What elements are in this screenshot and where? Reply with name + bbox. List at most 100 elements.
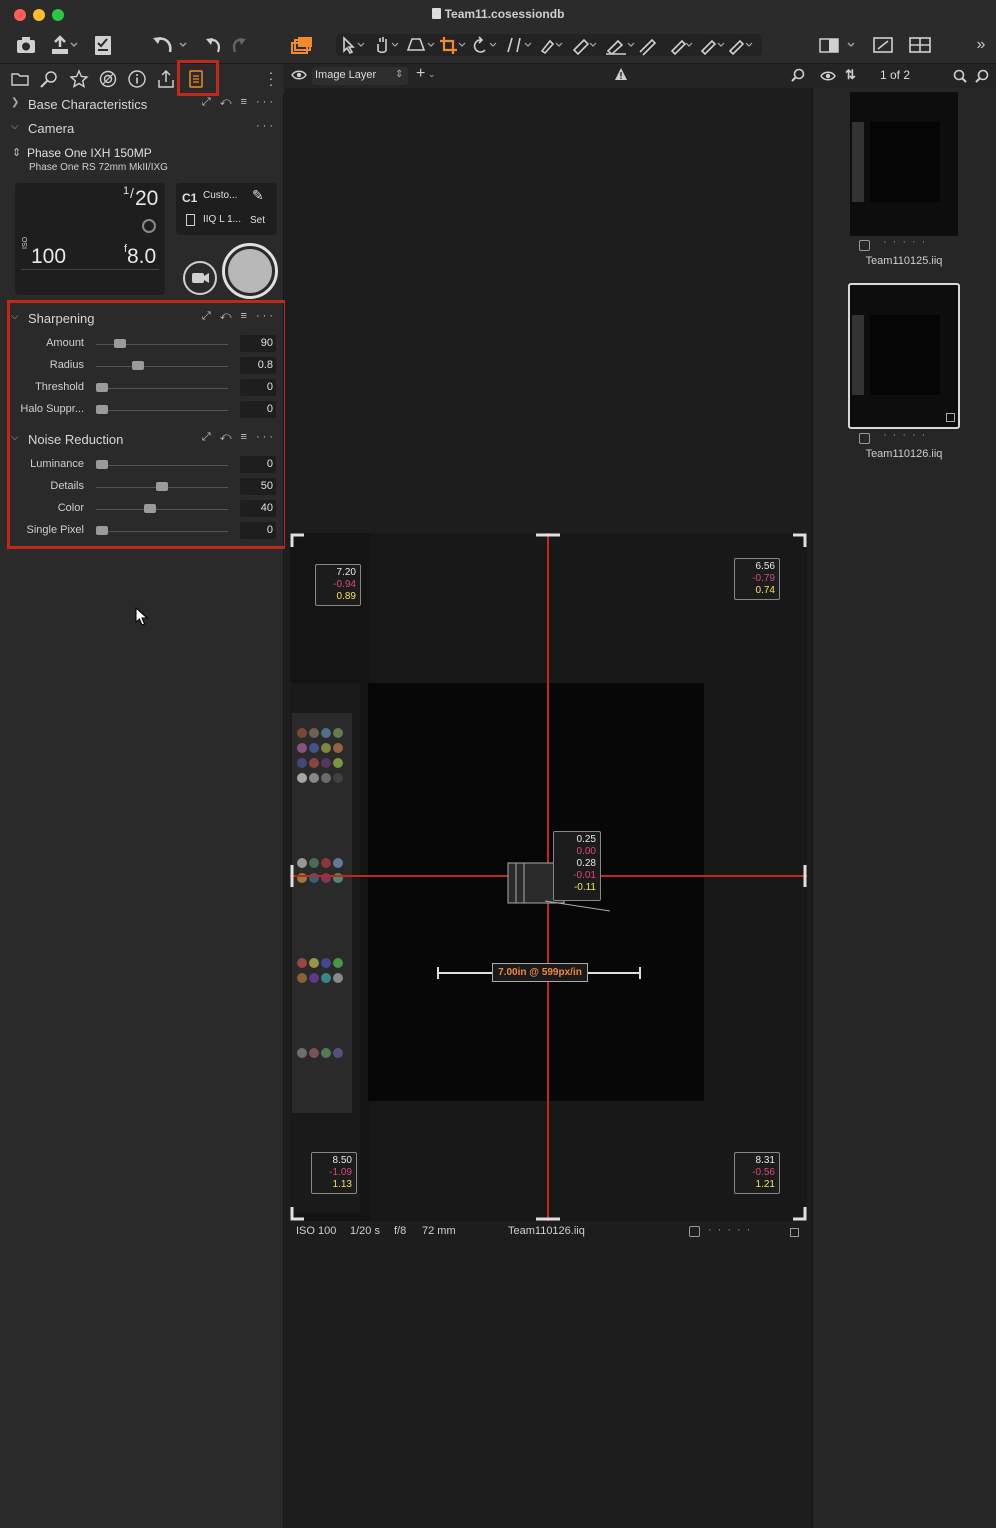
slider-thumb[interactable] — [144, 504, 156, 513]
slider-label: Halo Suppr... — [20, 403, 84, 415]
more-tools-chevron-icon[interactable]: » — [972, 34, 990, 56]
eye-icon[interactable] — [820, 69, 836, 86]
rating-dots[interactable]: ····· — [708, 1224, 756, 1236]
thumbnail-2-rating-dots[interactable]: ····· — [883, 429, 931, 441]
sort-icon[interactable]: ⇅ — [845, 67, 856, 83]
slider-thumb[interactable] — [96, 383, 108, 392]
redo-icon[interactable] — [230, 34, 248, 56]
grid-icon[interactable] — [908, 34, 932, 56]
slider-value-field[interactable]: 0 — [240, 379, 276, 396]
output-share-icon[interactable] — [156, 69, 176, 89]
sharpening-slider-radius[interactable]: Radius 0.8 — [10, 355, 278, 377]
section-actions[interactable]: ⤢ ↶ ≡ ··· — [202, 431, 276, 444]
slider-thumb[interactable] — [132, 361, 144, 370]
sharpening-slider-amount[interactable]: Amount 90 — [10, 333, 278, 355]
more-options-vertical-icon[interactable]: · · · — [266, 65, 276, 91]
camera-select-chevron-icon[interactable]: ⇕ — [12, 146, 21, 159]
center-readout: 0.25 0.00 0.28 -0.01 -0.11 — [553, 831, 601, 901]
corner-readout-top-right: 6.56 -0.79 0.74 — [734, 558, 780, 600]
sharpening-header[interactable]: ⌵ Sharpening ⤢ ↶ ≡ ··· — [0, 308, 284, 330]
viewer-layout-icon[interactable] — [818, 34, 858, 56]
slider-track[interactable] — [96, 410, 228, 411]
slider-track[interactable] — [96, 388, 228, 389]
image-preview[interactable]: 7.20 -0.94 0.89 6.56 -0.79 0.74 8.50 -1.09 1.1… — [290, 533, 807, 1221]
thumbnail-2-selected[interactable] — [848, 283, 960, 429]
slider-thumb[interactable] — [96, 405, 108, 414]
export-checklist-icon[interactable] — [92, 34, 114, 56]
add-layer-icon[interactable]: + — [416, 65, 425, 83]
section-actions[interactable]: ⤢ ↶ ≡ ··· — [202, 96, 276, 109]
noise-reduction-slider-color[interactable]: Color 40 — [10, 498, 278, 520]
undo-history-icon[interactable] — [150, 34, 190, 56]
noise-reduction-header[interactable]: ⌵ Noise Reduction ⤢ ↶ ≡ ··· — [0, 429, 284, 451]
thumbnail-2-checkbox[interactable] — [859, 433, 870, 444]
status-filename: Team110126.iiq — [508, 1225, 585, 1237]
mouse-pointer-icon — [135, 606, 149, 630]
camera-header[interactable]: ⌵ Camera ··· — [0, 118, 284, 140]
variants-icon[interactable] — [290, 34, 314, 56]
chevron-down-icon[interactable]: ⌵ — [11, 311, 19, 322]
live-view-button[interactable] — [183, 261, 217, 295]
noise-reduction-slider-single-pixel[interactable]: Single Pixel 0 — [10, 520, 278, 542]
base-characteristics-header[interactable]: ❯ Base Characteristics ⤢ ↶ ≡ ··· — [0, 94, 284, 116]
slider-value-field[interactable]: 0 — [240, 456, 276, 473]
thumbnail-1[interactable] — [850, 92, 958, 236]
badge-icon — [790, 1228, 799, 1237]
slider-value-field[interactable]: 50 — [240, 478, 276, 495]
sharpening-title: Sharpening — [28, 311, 95, 326]
proof-margin-icon[interactable] — [872, 34, 894, 56]
thumbnail-1-rating-dots[interactable]: ····· — [883, 236, 931, 248]
layer-select[interactable]: Image Layer ⇕ — [312, 67, 408, 85]
tool-tabs: · · · — [0, 60, 284, 96]
corner-readout-bottom-left: 8.50 -1.09 1.13 — [311, 1152, 357, 1194]
section-more-icon[interactable]: ··· — [256, 120, 276, 132]
zoom-icon[interactable] — [975, 69, 989, 86]
info-icon[interactable] — [127, 69, 147, 89]
chevron-down-icon[interactable]: ⌵ — [11, 432, 19, 443]
eye-icon[interactable] — [291, 68, 307, 85]
slider-thumb[interactable] — [156, 482, 168, 491]
search-icon[interactable] — [953, 69, 967, 86]
slider-track[interactable] — [96, 509, 228, 510]
sharpening-slider-halo-suppr[interactable]: Halo Suppr... 0 — [10, 399, 278, 421]
slider-label: Single Pixel — [26, 524, 84, 536]
star-rating-icon[interactable] — [69, 69, 89, 89]
slider-track[interactable] — [96, 366, 228, 367]
select-checkbox[interactable] — [689, 1226, 700, 1237]
chevron-down-icon[interactable]: ⌵ — [11, 121, 19, 132]
slider-thumb[interactable] — [114, 339, 126, 348]
capture-shutter-button[interactable] — [222, 243, 278, 299]
slider-value-field[interactable]: 0 — [240, 522, 276, 539]
slider-value-field[interactable]: 0.8 — [240, 357, 276, 374]
noise-reduction-slider-details[interactable]: Details 50 — [10, 476, 278, 498]
color-icon[interactable] — [98, 69, 118, 89]
sharpening-slider-threshold[interactable]: Threshold 0 — [10, 377, 278, 399]
undo-icon[interactable] — [204, 34, 224, 56]
slider-value-field[interactable]: 0 — [240, 401, 276, 418]
camera-capture-icon[interactable] — [15, 34, 39, 56]
chevron-down-icon[interactable]: ⌄ — [428, 69, 436, 80]
slider-thumb[interactable] — [96, 460, 108, 469]
slider-value-field[interactable]: 90 — [240, 335, 276, 352]
camera-model[interactable]: Phase One IXH 150MP — [27, 146, 152, 160]
import-icon[interactable] — [50, 34, 80, 56]
slider-track[interactable] — [96, 465, 228, 466]
zoom-icon[interactable] — [791, 68, 805, 85]
noise-reduction-slider-luminance[interactable]: Luminance 0 — [10, 454, 278, 476]
eyedropper-icon[interactable]: ✎ — [252, 187, 264, 204]
library-folder-icon[interactable] — [10, 69, 30, 89]
chevron-right-icon[interactable]: ❯ — [11, 97, 19, 108]
aperture-value: 8.0 — [127, 245, 157, 268]
slider-track[interactable] — [96, 531, 228, 532]
thumbnail-1-checkbox[interactable] — [859, 240, 870, 251]
preset-label: Custo... — [203, 190, 238, 201]
set-button[interactable]: Set — [250, 215, 265, 226]
warning-icon[interactable] — [614, 67, 628, 84]
corner-readout-top-left: 7.20 -0.94 0.89 — [315, 564, 361, 606]
slider-value-field[interactable]: 40 — [240, 500, 276, 517]
capture-loupe-icon[interactable] — [39, 69, 59, 89]
section-actions[interactable]: ⤢ ↶ ≡ ··· — [202, 310, 276, 323]
preset-box[interactable]: C1 Custo... IIQ L 1... ✎ Set — [176, 183, 277, 235]
slider-label: Threshold — [35, 381, 84, 393]
slider-thumb[interactable] — [96, 526, 108, 535]
